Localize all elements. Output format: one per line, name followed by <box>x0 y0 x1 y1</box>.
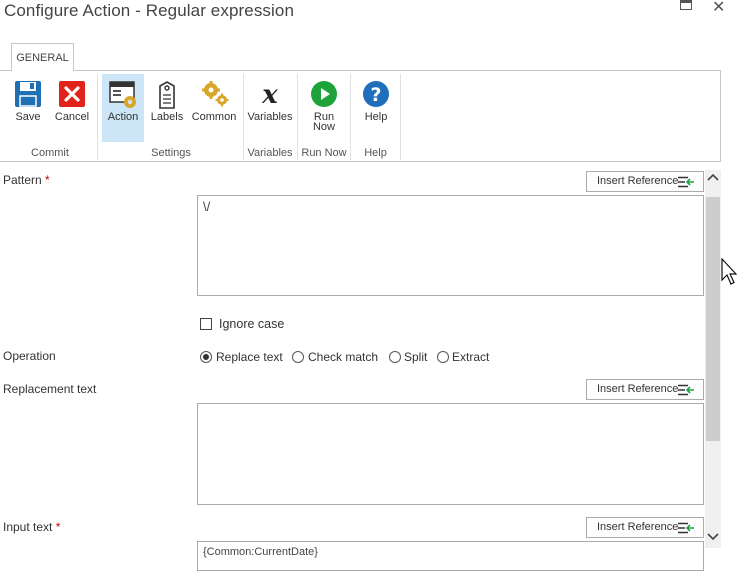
insert-reference-button-replacement[interactable]: Insert Reference <box>586 379 704 400</box>
action-label: Action <box>107 111 139 123</box>
gears-icon <box>200 80 229 108</box>
tab-general[interactable]: GENERAL <box>11 43 74 71</box>
cancel-button[interactable]: Cancel <box>52 74 92 142</box>
variables-button[interactable]: x Variables <box>246 74 294 142</box>
input-text-label-text: Input text <box>3 520 53 534</box>
required-mark: * <box>55 520 61 534</box>
operation-label: Operation <box>3 349 56 363</box>
group-label-commit: Commit <box>31 147 69 159</box>
radio-split[interactable] <box>389 351 401 363</box>
cancel-label: Cancel <box>54 111 90 123</box>
insert-reference-label: Insert Reference <box>597 383 679 395</box>
scroll-down-icon[interactable] <box>705 532 721 552</box>
save-button[interactable]: Save <box>8 74 48 142</box>
insert-reference-label: Insert Reference <box>597 175 679 187</box>
radio-label-extract: Extract <box>452 350 490 364</box>
tag-label-icon <box>153 80 181 109</box>
labels-button[interactable]: Labels <box>148 74 186 142</box>
radio-label-split: Split <box>404 350 428 364</box>
action-button[interactable]: Action <box>102 74 144 142</box>
pattern-label: Pattern * <box>3 173 50 187</box>
pattern-textarea[interactable]: \/ <box>197 195 704 296</box>
scroll-up-icon[interactable] <box>705 172 721 192</box>
group-label-help: Help <box>364 147 387 159</box>
svg-text:?: ? <box>370 84 381 106</box>
replacement-textarea[interactable] <box>197 403 704 505</box>
help-button[interactable]: ? Help <box>356 74 396 142</box>
group-separator <box>350 74 351 160</box>
insert-reference-icon <box>678 522 694 534</box>
radio-check-match[interactable] <box>292 351 304 363</box>
variables-label: Variables <box>247 111 293 123</box>
radio-extract[interactable] <box>437 351 449 363</box>
group-label-settings: Settings <box>151 147 191 159</box>
ignore-case-label: Ignore case <box>219 317 285 331</box>
run-now-button[interactable]: Run Now <box>303 74 345 142</box>
help-label: Help <box>364 111 388 123</box>
ignore-case-checkbox[interactable] <box>200 318 212 330</box>
radio-label-replace-text: Replace text <box>216 350 283 364</box>
window-title: Configure Action - Regular expression <box>4 1 295 20</box>
help-question-icon: ? <box>362 80 390 108</box>
mouse-cursor-icon <box>721 257 737 291</box>
common-button[interactable]: Common <box>190 74 238 142</box>
save-label: Save <box>15 111 41 123</box>
insert-reference-button-input[interactable]: Insert Reference <box>586 517 704 538</box>
group-label-variables: Variables <box>247 147 293 159</box>
replacement-text-label: Replacement text <box>3 382 97 396</box>
input-text-label: Input text * <box>3 520 60 534</box>
close-icon[interactable]: ✕ <box>712 0 725 17</box>
group-separator <box>97 74 98 160</box>
radio-label-check-match: Check match <box>308 350 379 364</box>
floppy-disk-icon <box>14 80 42 108</box>
required-mark: * <box>45 173 50 187</box>
labels-label: Labels <box>150 111 184 123</box>
radio-replace-text[interactable] <box>200 351 212 363</box>
maximize-icon[interactable] <box>680 0 692 10</box>
variable-x-icon: x <box>256 80 284 110</box>
action-window-gear-icon <box>109 80 137 108</box>
insert-reference-label: Insert Reference <box>597 521 679 533</box>
svg-text:x: x <box>261 80 278 108</box>
insert-reference-icon <box>678 384 694 396</box>
common-label: Common <box>191 111 237 123</box>
run-now-label-line2: Now <box>312 121 335 133</box>
insert-reference-button-pattern[interactable]: Insert Reference <box>586 171 704 192</box>
play-icon <box>310 80 338 108</box>
insert-reference-icon <box>678 176 694 188</box>
input-text-textarea[interactable]: {Common:CurrentDate} <box>197 541 704 571</box>
pattern-label-text: Pattern <box>3 173 42 187</box>
group-label-run-now: Run Now <box>301 147 347 159</box>
group-separator <box>400 74 401 160</box>
cancel-x-icon <box>58 80 86 108</box>
scrollbar-thumb[interactable] <box>706 197 720 441</box>
